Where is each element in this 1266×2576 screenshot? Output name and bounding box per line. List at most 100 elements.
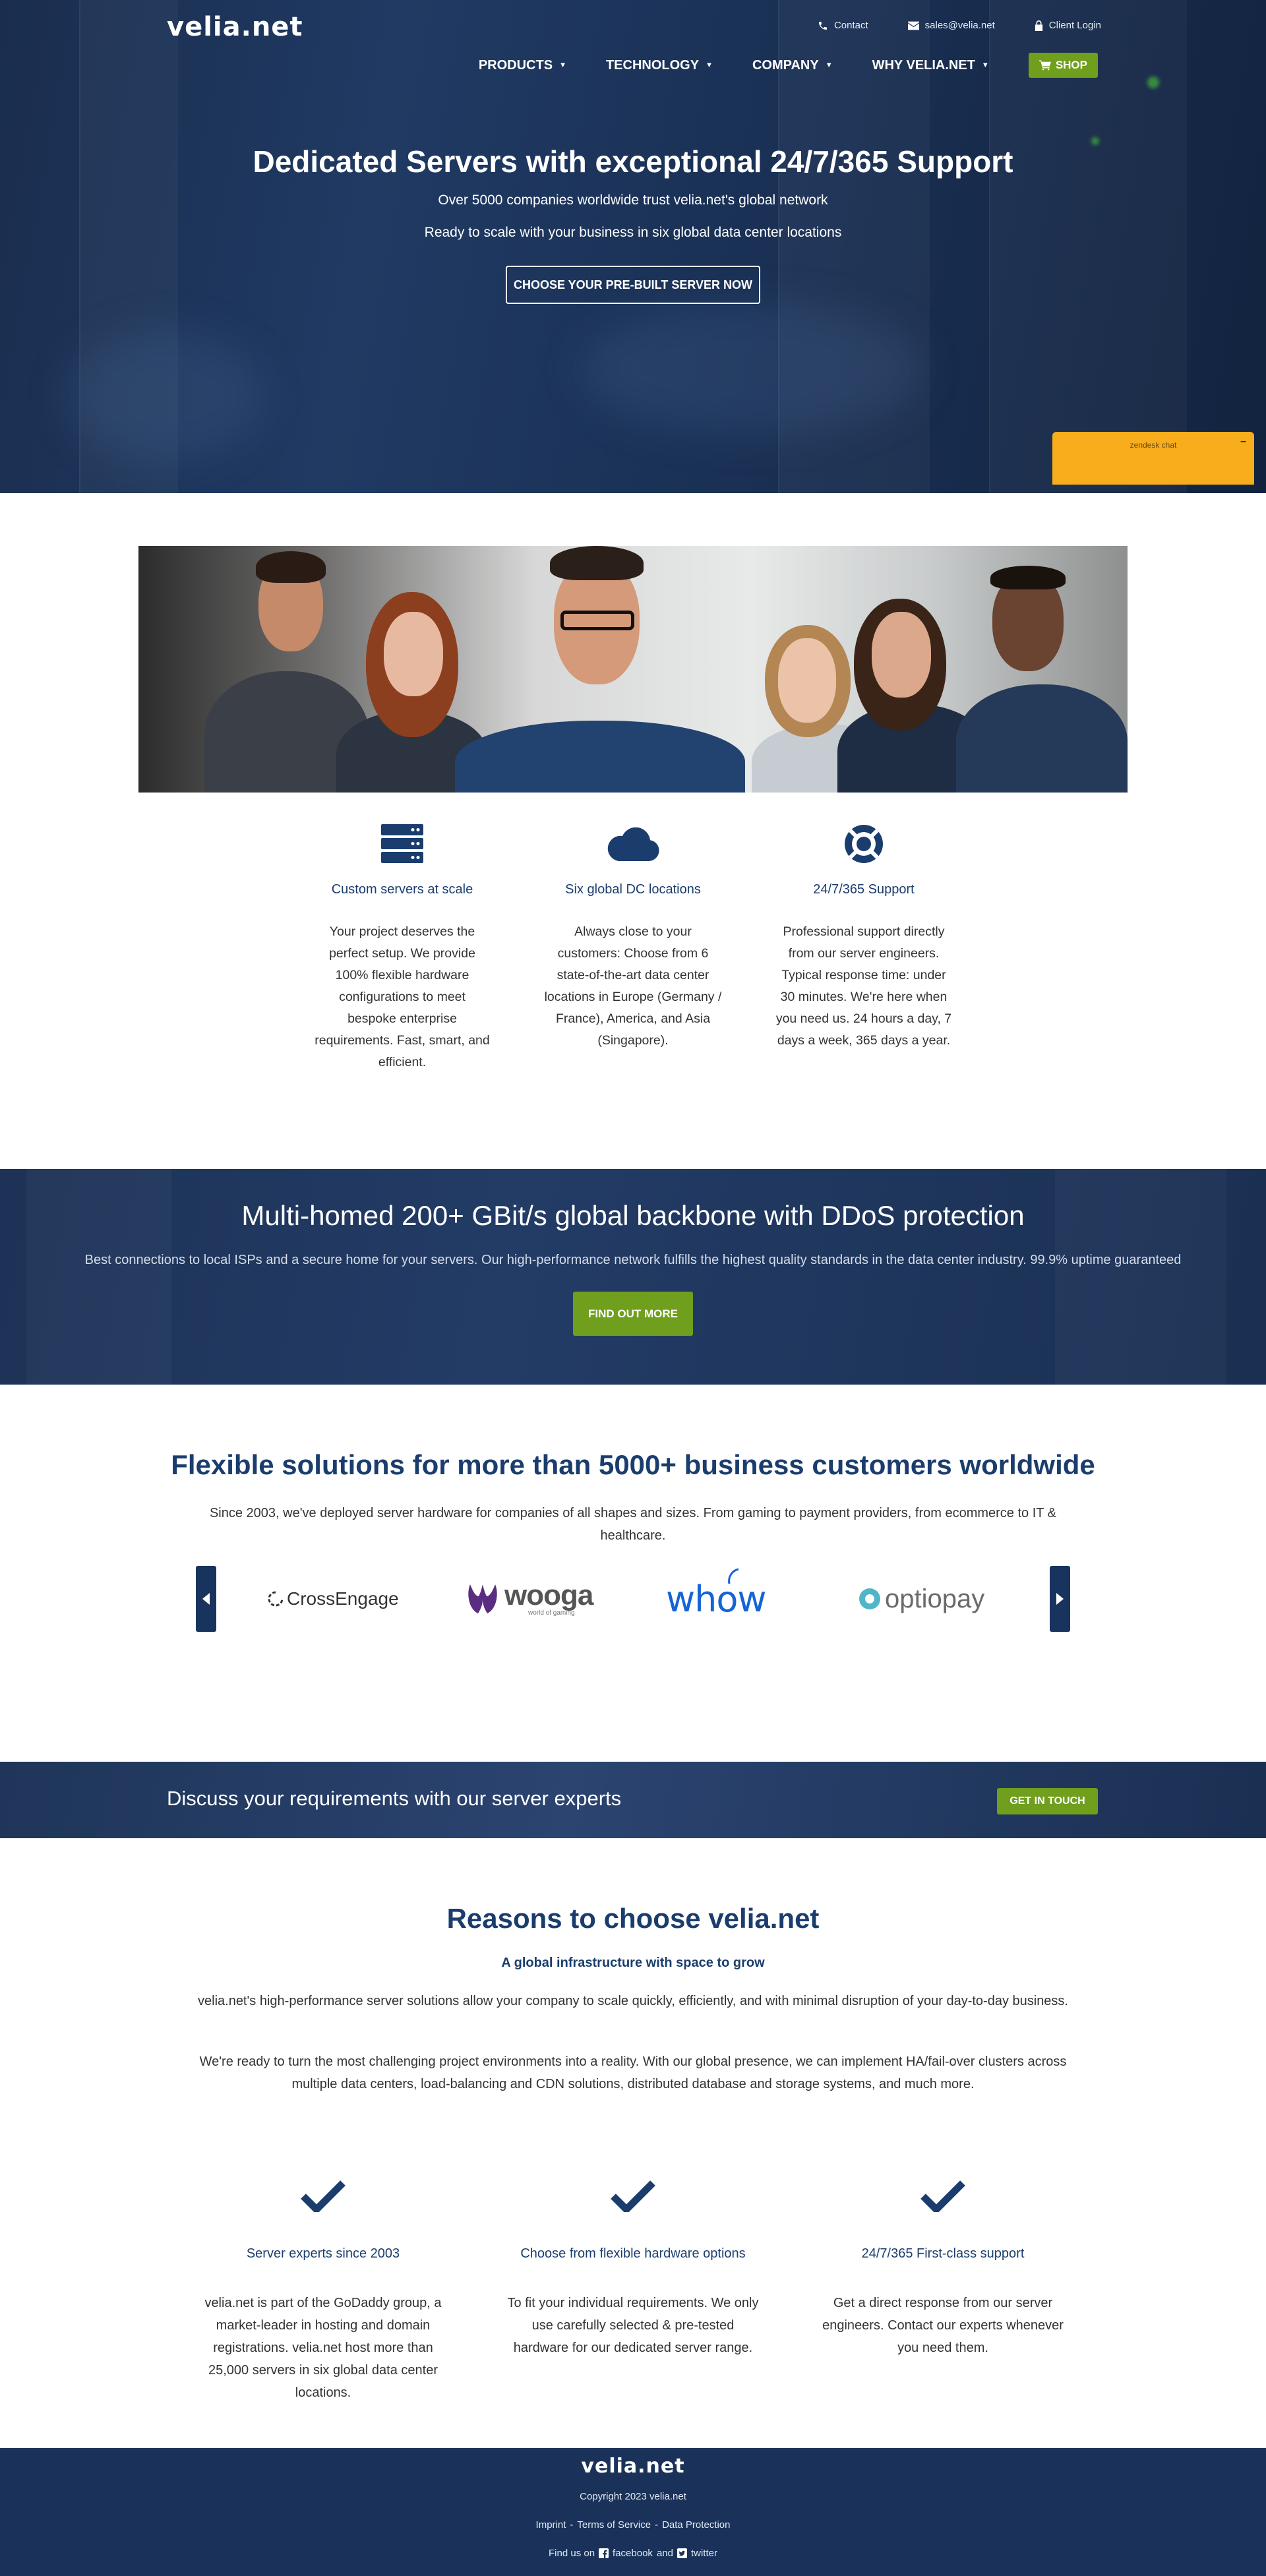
backbone-section: Multi-homed 200+ GBit/s global backbone …	[0, 1169, 1266, 1385]
and-label: and	[656, 2548, 673, 2559]
hero-subtitle-1: Over 5000 companies worldwide trust veli…	[438, 193, 828, 208]
photo-figure	[872, 612, 931, 698]
data-protection-link[interactable]: Data Protection	[662, 2519, 730, 2531]
reason-title: 24/7/365 First-class support	[861, 2246, 1025, 2261]
logo-tagline: world of gaming	[528, 1609, 575, 1617]
customer-logo-crossengage: CrossEngage	[267, 1573, 399, 1625]
caret-down-icon: ▼	[706, 61, 713, 69]
shop-button[interactable]: SHOP	[1028, 53, 1098, 78]
arrow-left-icon	[202, 1593, 210, 1605]
logo-text: velia.net	[167, 12, 303, 42]
logo-text: whow	[666, 1578, 767, 1620]
photo-figure	[455, 721, 745, 793]
imprint-link[interactable]: Imprint	[536, 2519, 566, 2531]
footer-links: Imprint - Terms of Service - Data Protection	[0, 2519, 1266, 2531]
caret-down-icon: ▼	[825, 61, 833, 69]
photo-figure	[990, 566, 1066, 589]
phone-icon	[818, 21, 827, 30]
carousel-next-button[interactable]	[1050, 1566, 1070, 1632]
whow-swirl-icon	[728, 1568, 739, 1584]
get-in-touch-button[interactable]: GET IN TOUCH	[997, 1788, 1098, 1814]
facebook-icon[interactable]	[599, 2548, 609, 2558]
nav-item-products[interactable]: PRODUCTS ▼	[479, 58, 566, 73]
discuss-text: Discuss your requirements with our serve…	[167, 1787, 622, 1810]
footer-logo[interactable]: velia.net	[0, 2455, 1266, 2478]
reasons-paragraph-2: We're ready to turn the most challenging…	[199, 2054, 1067, 2091]
photo-figure	[384, 612, 443, 696]
find-us-label: Find us on	[549, 2548, 595, 2559]
hero-title: Dedicated Servers with exceptional 24/7/…	[253, 144, 1013, 179]
client-login-link[interactable]: Client Login	[1035, 20, 1101, 31]
social-links: Find us on facebook and twitter	[0, 2548, 1266, 2559]
reason-title: Choose from flexible hardware options	[520, 2246, 746, 2261]
feature-text: Professional support directly from our s…	[775, 924, 952, 1048]
backbone-text: Best connections to local ISPs and a sec…	[84, 1253, 1182, 1267]
reasons-title: Reasons to choose velia.net	[446, 1903, 820, 1934]
logo-text: optiopay	[885, 1584, 985, 1613]
feature-dc-locations: Six global DC locations Always close to …	[541, 821, 725, 1052]
nav-label: COMPANY	[752, 57, 819, 73]
site-footer: velia.net Copyright 2023 velia.net Impri…	[0, 2448, 1266, 2576]
reason-support: 24/7/365 First-class support Get a direc…	[814, 2179, 1071, 2359]
feature-title: 24/7/365 Support	[813, 882, 915, 897]
feature-text: Always close to your customers: Choose f…	[544, 924, 722, 1048]
caret-down-icon: ▼	[559, 61, 566, 69]
hero-section: velia.net Contact sales@velia.net Client…	[0, 0, 1266, 493]
photo-figure	[778, 638, 836, 723]
wooga-mark-icon	[468, 1584, 497, 1613]
nav-item-technology[interactable]: TECHNOLOGY ▼	[606, 58, 713, 73]
wooga-wordmark: wooga world of gaming	[504, 1581, 593, 1617]
minimize-icon[interactable]: –	[1240, 436, 1246, 448]
customer-logo-wooga: wooga world of gaming	[466, 1573, 593, 1625]
whow-wordmark: whow	[666, 1568, 767, 1620]
nav-label: WHY VELIA.NET	[872, 57, 975, 73]
customers-title: Flexible solutions for more than 5000+ b…	[171, 1449, 1095, 1480]
twitter-link[interactable]: twitter	[691, 2548, 717, 2559]
separator: -	[570, 2519, 574, 2531]
top-bar: Contact sales@velia.net Client Login	[818, 20, 1101, 31]
caret-down-icon: ▼	[981, 61, 989, 69]
reasons-paragraph-1: velia.net's high-performance server solu…	[198, 1994, 1068, 2008]
nav-item-company[interactable]: COMPANY ▼	[752, 58, 833, 73]
crossengage-mark-icon	[268, 1591, 284, 1607]
envelope-icon	[907, 21, 919, 30]
site-logo[interactable]: velia.net	[167, 12, 303, 42]
twitter-icon[interactable]	[677, 2548, 687, 2558]
choose-server-button[interactable]: CHOOSE YOUR PRE-BUILT SERVER NOW	[506, 266, 760, 304]
zendesk-chat-widget[interactable]: zendesk chat –	[1052, 432, 1254, 485]
reasons-subtitle: A global infrastructure with space to gr…	[501, 1956, 765, 1970]
logo-text: velia.net	[581, 2455, 685, 2478]
main-nav: PRODUCTS ▼ TECHNOLOGY ▼ COMPANY ▼ WHY VELIA…	[479, 53, 1098, 78]
lock-icon	[1035, 20, 1042, 31]
checkmark-icon	[504, 2179, 762, 2221]
customers-text: Since 2003, we've deployed server hardwa…	[209, 1506, 1057, 1543]
customer-logo-optiopay: optiopay	[859, 1573, 984, 1625]
terms-link[interactable]: Terms of Service	[577, 2519, 651, 2531]
photo-figure	[256, 551, 326, 583]
chat-label: zendesk chat	[1130, 440, 1177, 450]
arrow-right-icon	[1056, 1593, 1064, 1605]
nav-label: PRODUCTS	[478, 57, 553, 73]
discuss-banner: Discuss your requirements with our serve…	[0, 1762, 1266, 1838]
email-link[interactable]: sales@velia.net	[907, 20, 995, 31]
logo-text: CrossEngage	[287, 1588, 399, 1609]
nav-item-why-velia[interactable]: WHY VELIA.NET ▼	[872, 58, 989, 73]
facebook-link[interactable]: facebook	[613, 2548, 653, 2559]
photo-figure	[550, 546, 644, 580]
checkmark-icon	[814, 2179, 1071, 2221]
copyright: Copyright 2023 velia.net	[580, 2491, 686, 2502]
hero-backdrop	[580, 303, 923, 435]
nav-label: TECHNOLOGY	[605, 57, 700, 73]
carousel-prev-button[interactable]	[196, 1566, 216, 1632]
photo-figure	[956, 684, 1128, 793]
logo-text: wooga	[504, 1579, 593, 1611]
find-out-more-button[interactable]: FIND OUT MORE	[573, 1292, 693, 1336]
section-backdrop	[0, 1762, 7, 1768]
contact-link[interactable]: Contact	[818, 20, 868, 31]
reason-title: Server experts since 2003	[246, 2246, 400, 2261]
feature-support: 24/7/365 Support Professional support di…	[771, 821, 956, 1052]
contact-label: Contact	[833, 20, 868, 31]
feature-title: Six global DC locations	[565, 882, 701, 897]
email-label: sales@velia.net	[924, 20, 995, 31]
team-photo	[138, 546, 1128, 793]
